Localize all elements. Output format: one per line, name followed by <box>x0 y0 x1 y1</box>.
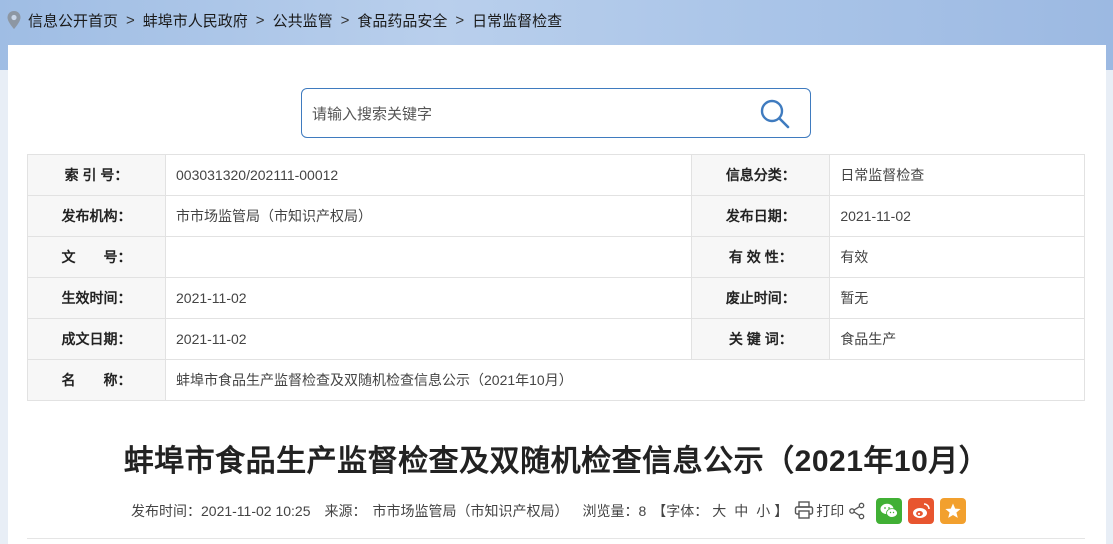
font-medium-button[interactable]: 中 <box>734 501 748 521</box>
name-label: 名 称： <box>27 359 166 401</box>
source-value: 市市场监管局（市知识产权局） <box>372 503 569 519</box>
publisher-label: 发布机构： <box>27 195 166 237</box>
document-number-value <box>164 236 693 278</box>
validity-value: 有效 <box>829 236 1085 278</box>
font-size-close: 】 <box>774 503 789 519</box>
publish-date-value: 2021-11-02 <box>829 195 1085 237</box>
keywords-value: 食品生产 <box>829 318 1085 360</box>
table-row: 发布机构： 市市场监管局（市知识产权局） 发布日期： 2021-11-02 <box>27 195 1085 237</box>
font-large-button[interactable]: 大 <box>712 501 726 521</box>
print-button[interactable]: 打印 <box>794 500 845 522</box>
search-icon[interactable] <box>758 97 792 131</box>
printer-icon <box>794 500 814 522</box>
breadcrumb-separator: > <box>455 11 465 29</box>
index-number-value: 003031320/202111-00012 <box>164 154 693 196</box>
views-label: 浏览量： <box>582 503 639 519</box>
weibo-icon <box>913 503 931 518</box>
font-size-open: 【字体： <box>652 503 709 519</box>
table-row: 文 号： 有 效 性： 有效 <box>27 236 1085 278</box>
breadcrumb-government[interactable]: 蚌埠市人民政府 <box>143 10 248 31</box>
breadcrumb-public-supervision[interactable]: 公共监管 <box>273 10 333 31</box>
publish-time-label: 发布时间： <box>131 503 201 519</box>
views-count: 8 <box>638 503 647 519</box>
breadcrumb-food-drug-safety[interactable]: 食品药品安全 <box>357 10 447 31</box>
search-box <box>301 88 811 138</box>
favorite-button[interactable] <box>940 498 967 524</box>
index-number-label: 索 引 号： <box>27 154 166 196</box>
divider <box>27 538 1085 539</box>
table-row: 成文日期： 2021-11-02 关 键 词： 食品生产 <box>27 318 1085 360</box>
effective-date-label: 生效时间： <box>27 277 166 319</box>
font-small-button[interactable]: 小 <box>756 501 770 521</box>
table-row: 索 引 号： 003031320/202111-00012 信息分类： 日常监督… <box>27 154 1085 196</box>
name-value: 蚌埠市食品生产监督检查及双随机检查信息公示（2021年10月） <box>165 359 1085 401</box>
wechat-share-button[interactable] <box>876 498 903 524</box>
breadcrumb: 信息公开首页 > 蚌埠市人民政府 > 公共监管 > 食品药品安全 > 日常监督检… <box>6 8 562 32</box>
document-number-label: 文 号： <box>27 236 166 278</box>
breadcrumb-daily-inspection[interactable]: 日常监督检查 <box>472 10 562 31</box>
wechat-icon <box>880 503 899 518</box>
repeal-date-label: 废止时间： <box>691 277 831 319</box>
print-label: 打印 <box>816 503 845 519</box>
publisher-value: 市市场监管局（市知识产权局） <box>164 195 693 237</box>
table-row: 生效时间： 2021-11-02 废止时间： 暂无 <box>27 277 1085 319</box>
effective-date-value: 2021-11-02 <box>164 277 693 319</box>
breadcrumb-home[interactable]: 信息公开首页 <box>28 10 118 31</box>
metadata-table: 索 引 号： 003031320/202111-00012 信息分类： 日常监督… <box>27 154 1085 401</box>
category-label: 信息分类： <box>691 154 831 196</box>
search-input[interactable] <box>312 101 752 127</box>
breadcrumb-separator: > <box>126 11 135 29</box>
validity-label: 有 效 性： <box>691 236 831 278</box>
keywords-label: 关 键 词： <box>691 318 831 360</box>
repeal-date-value: 暂无 <box>829 277 1085 319</box>
written-date-value: 2021-11-02 <box>164 318 693 360</box>
article-title: 蚌埠市食品生产监督检查及双随机检查信息公示（2021年10月） <box>123 445 990 478</box>
breadcrumb-separator: > <box>340 11 350 29</box>
publish-date-label: 发布日期： <box>691 195 831 237</box>
article-info-bar: 发布时间： 2021-11-02 10:25 来源： 市市场监管局（市知识产权局… <box>131 497 967 525</box>
source-label: 来源： <box>324 503 367 519</box>
star-icon <box>945 503 961 518</box>
table-row: 名 称： 蚌埠市食品生产监督检查及双随机检查信息公示（2021年10月） <box>27 359 1085 401</box>
location-pin-icon <box>6 10 22 30</box>
weibo-share-button[interactable] <box>908 498 935 524</box>
category-value: 日常监督检查 <box>829 154 1085 196</box>
breadcrumb-separator: > <box>255 11 265 29</box>
written-date-label: 成文日期： <box>27 318 166 360</box>
share-icon[interactable] <box>848 502 866 520</box>
publish-time-value: 2021-11-02 10:25 <box>201 503 311 519</box>
